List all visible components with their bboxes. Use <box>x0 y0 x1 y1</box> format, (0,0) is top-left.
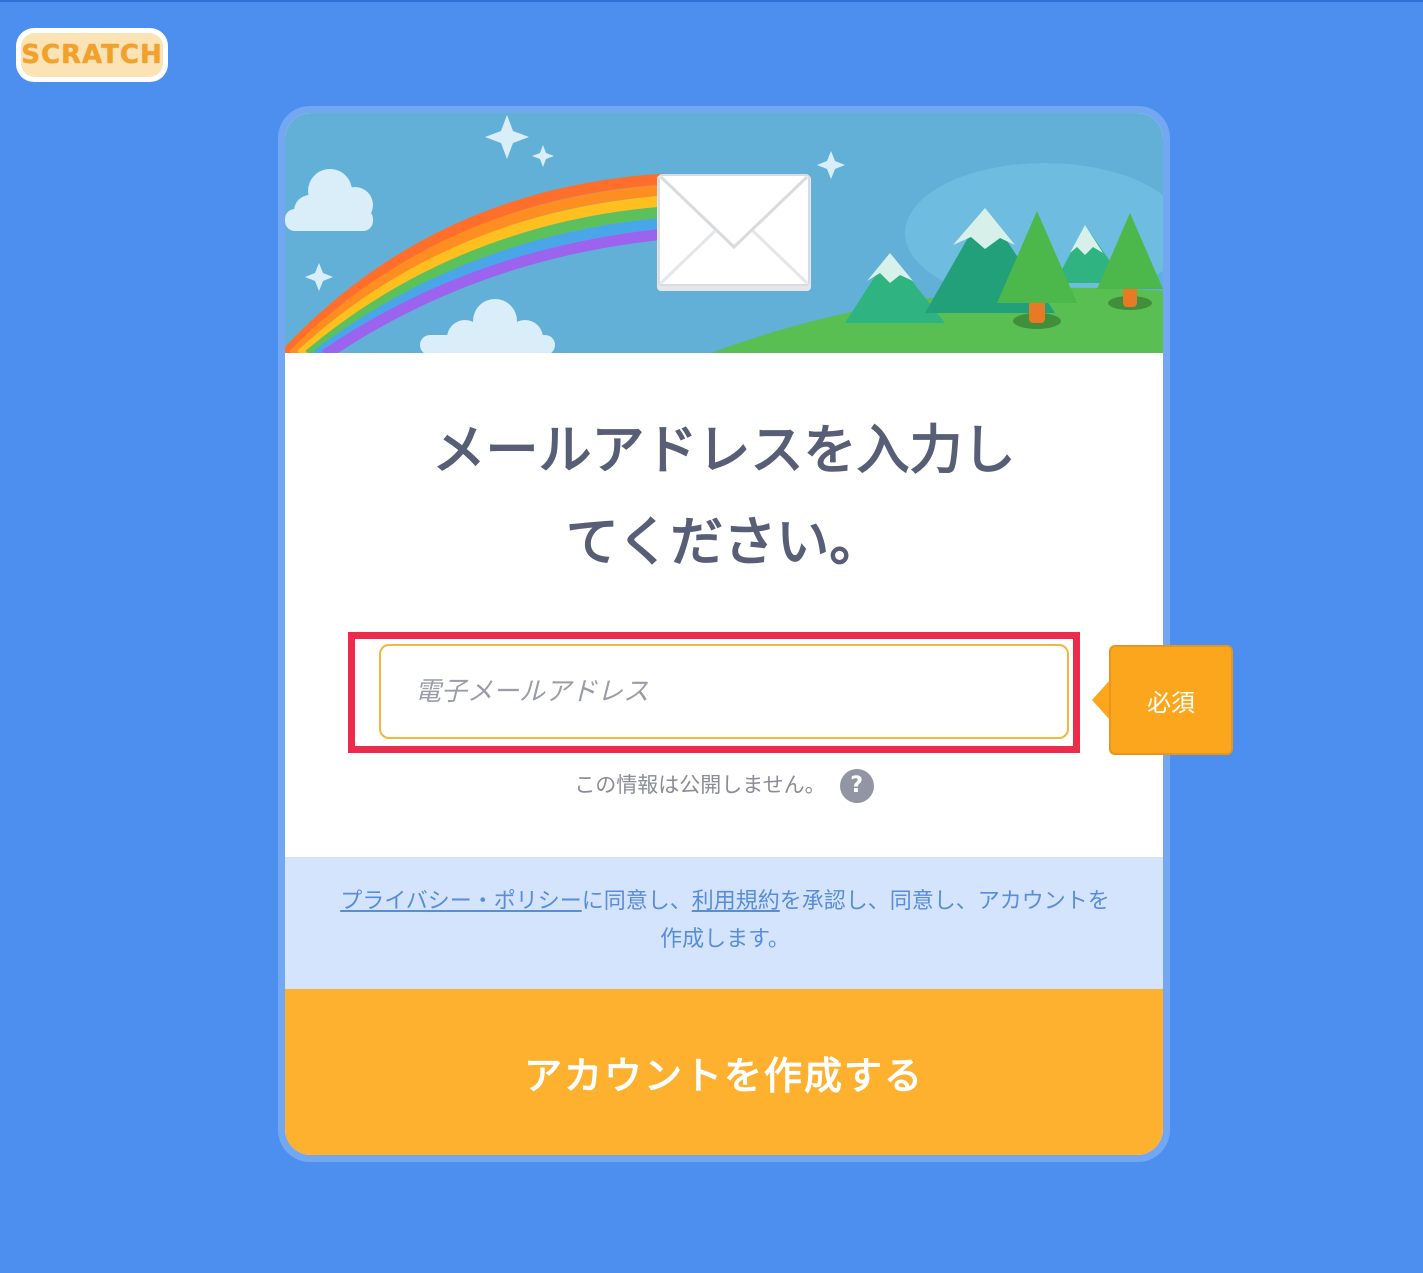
required-tooltip: 必須 <box>1109 645 1233 755</box>
scratch-logo-text: SCRATCH <box>21 33 163 77</box>
terms-text-part-1: に同意し、 <box>581 889 692 914</box>
terms-of-use-link[interactable]: 利用規約 <box>692 889 780 914</box>
dialog-title: メールアドレスを入力し てください。 <box>285 405 1163 589</box>
email-banner-illustration <box>285 113 1163 353</box>
terms-section: プライバシー・ポリシーに同意し、利用規約を承認し、同意し、アカウントを作成します… <box>285 857 1163 989</box>
required-tooltip-arrow <box>1092 680 1110 720</box>
privacy-policy-link[interactable]: プライバシー・ポリシー <box>340 889 582 914</box>
email-field[interactable] <box>379 644 1069 739</box>
envelope-icon <box>657 174 811 291</box>
top-edge <box>0 0 1423 2</box>
privacy-note-text: この情報は公開しません。 <box>574 773 826 797</box>
help-icon[interactable]: ? <box>839 769 874 803</box>
scratch-logo[interactable]: SCRATCH <box>16 28 168 82</box>
required-label: 必須 <box>1147 688 1195 717</box>
create-account-button[interactable]: アカウントを作成する <box>285 989 1163 1155</box>
privacy-note: この情報は公開しません。? <box>285 765 1163 805</box>
terms-text: プライバシー・ポリシーに同意し、利用規約を承認し、同意し、アカウントを作成します… <box>337 883 1113 959</box>
join-dialog: メールアドレスを入力し てください。 この情報は公開しません。? プライバシー・… <box>278 106 1170 1162</box>
join-dialog-card: メールアドレスを入力し てください。 この情報は公開しません。? プライバシー・… <box>285 113 1163 1155</box>
dialog-title-line-1: メールアドレスを入力し <box>432 420 1016 481</box>
dialog-title-line-2: てください。 <box>565 512 883 573</box>
